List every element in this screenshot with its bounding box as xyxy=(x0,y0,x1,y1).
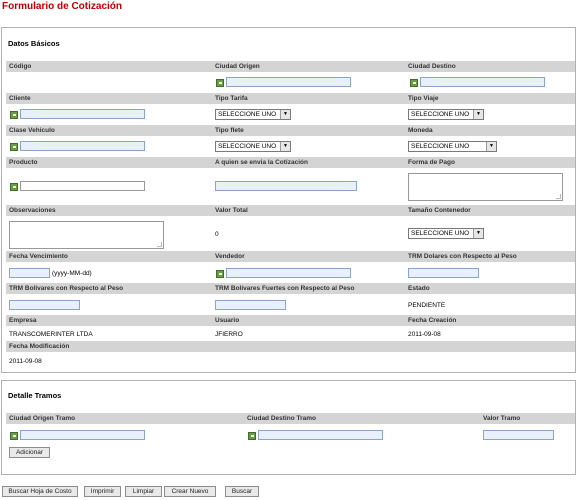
buscar-button[interactable]: Buscar xyxy=(225,486,259,497)
moneda-select[interactable]: SELECCIONE UNO ▼ xyxy=(408,141,497,152)
row-band xyxy=(6,93,575,104)
ciudad-destino-tramo-label: Ciudad Destino Tramo xyxy=(247,415,316,422)
estado-value: PENDIENTE xyxy=(408,302,446,309)
ciudad-origen-tramo-label: Ciudad Origen Tramo xyxy=(9,415,76,422)
page-title: Formulario de Cotización xyxy=(2,1,123,12)
tipo-viaje-label: Tipo Viaje xyxy=(408,95,439,102)
codigo-label: Código xyxy=(9,63,32,70)
valor-tramo-label: Valor Tramo xyxy=(483,415,521,422)
fecha-modificacion-label: Fecha Modificación xyxy=(9,343,70,350)
cliente-label: Cliente xyxy=(9,95,31,102)
lookup-icon[interactable] xyxy=(10,111,18,119)
ciudad-origen-tramo-input[interactable] xyxy=(20,430,145,440)
imprimir-button[interactable]: Imprimir xyxy=(84,486,121,497)
row-band xyxy=(6,315,575,326)
row-band xyxy=(6,205,575,216)
tamano-contenedor-value: SELECCIONE UNO xyxy=(411,230,470,237)
tipo-flete-value: SELECCIONE UNO xyxy=(218,143,277,150)
limpiar-button[interactable]: Limpiar xyxy=(125,486,162,497)
row-band xyxy=(6,341,575,352)
fecha-creacion-label: Fecha Creación xyxy=(408,317,457,324)
adicionar-button[interactable]: Adicionar xyxy=(9,447,50,458)
observaciones-textarea[interactable] xyxy=(9,221,164,249)
tipo-tarifa-select[interactable]: SELECCIONE UNO ▼ xyxy=(215,109,291,120)
valor-total-label: Valor Total xyxy=(215,207,248,214)
vendedor-input[interactable] xyxy=(226,268,351,278)
a-quien-label: A quien se envia la Cotización xyxy=(215,159,308,166)
ciudad-destino-label: Ciudad Destino xyxy=(408,63,456,70)
lookup-icon[interactable] xyxy=(10,432,18,440)
chevron-down-icon[interactable]: ▼ xyxy=(486,142,496,151)
datos-basicos-legend: Datos Básicos xyxy=(8,39,60,48)
row-band xyxy=(6,125,575,136)
forma-pago-textarea[interactable] xyxy=(408,173,563,201)
fecha-modificacion-value: 2011-09-08 xyxy=(9,358,42,365)
fecha-vencimiento-input[interactable] xyxy=(9,268,50,278)
chevron-down-icon[interactable]: ▼ xyxy=(473,110,483,119)
trm-bolivares-label: TRM Bolivares con Respecto al Peso xyxy=(9,285,124,292)
estado-label: Estado xyxy=(408,285,430,292)
producto-label: Producto xyxy=(9,159,38,166)
crear-nuevo-button[interactable]: Crear Nuevo xyxy=(164,486,216,497)
lookup-icon[interactable] xyxy=(410,79,418,87)
chevron-down-icon[interactable]: ▼ xyxy=(473,229,483,238)
tamano-contenedor-select[interactable]: SELECCIONE UNO ▼ xyxy=(408,228,484,239)
row-band xyxy=(6,61,575,72)
producto-input[interactable] xyxy=(20,181,145,191)
tamano-contenedor-label: Tamaño Contenedor xyxy=(408,207,471,214)
chevron-down-icon[interactable]: ▼ xyxy=(280,110,290,119)
vendedor-label: Vendedor xyxy=(215,253,245,260)
fecha-creacion-value: 2011-09-08 xyxy=(408,331,441,338)
usuario-label: Usuario xyxy=(215,317,240,324)
buscar-hoja-costo-button[interactable]: Buscar Hoja de Costo xyxy=(2,486,78,497)
tipo-viaje-select[interactable]: SELECCIONE UNO ▼ xyxy=(408,109,484,120)
fecha-vencimiento-label: Fecha Vencimiento xyxy=(9,253,68,260)
lookup-icon[interactable] xyxy=(10,183,18,191)
ciudad-destino-input[interactable] xyxy=(420,77,545,87)
trm-dolares-input[interactable] xyxy=(408,268,479,278)
trm-bolivares-input[interactable] xyxy=(9,300,80,310)
ciudad-destino-tramo-input[interactable] xyxy=(258,430,383,440)
empresa-value: TRANSCOMERINTER LTDA xyxy=(9,331,93,338)
lookup-icon[interactable] xyxy=(216,270,224,278)
fecha-format-hint: (yyyy-MM-dd) xyxy=(52,270,92,277)
ciudad-origen-input[interactable] xyxy=(226,77,351,87)
forma-pago-label: Forma de Pago xyxy=(408,159,455,166)
tipo-flete-select[interactable]: SELECCIONE UNO ▼ xyxy=(215,141,291,152)
ciudad-origen-label: Ciudad Origen xyxy=(215,63,260,70)
observaciones-label: Observaciones xyxy=(9,207,56,214)
empresa-label: Empresa xyxy=(9,317,37,324)
clase-vehiculo-label: Clase Vehiculo xyxy=(9,127,55,134)
valor-total-value: 0 xyxy=(215,231,219,238)
lookup-icon[interactable] xyxy=(248,432,256,440)
tipo-tarifa-value: SELECCIONE UNO xyxy=(218,111,277,118)
moneda-label: Moneda xyxy=(408,127,433,134)
chevron-down-icon[interactable]: ▼ xyxy=(280,142,290,151)
trm-bolivares-fuertes-label: TRM Bolivares Fuertes con Respecto al Pe… xyxy=(215,285,355,292)
tipo-tarifa-label: Tipo Tarifa xyxy=(215,95,248,102)
detalle-tramos-fieldset xyxy=(1,380,576,475)
tipo-flete-label: Tipo flete xyxy=(215,127,244,134)
trm-bolivares-fuertes-input[interactable] xyxy=(215,300,286,310)
valor-tramo-input[interactable] xyxy=(483,430,554,440)
lookup-icon[interactable] xyxy=(10,143,18,151)
lookup-icon[interactable] xyxy=(216,79,224,87)
tipo-viaje-value: SELECCIONE UNO xyxy=(411,111,470,118)
usuario-value: JFIERRO xyxy=(215,331,243,338)
detalle-tramos-legend: Detalle Tramos xyxy=(8,391,62,400)
trm-dolares-label: TRM Dolares con Respecto al Peso xyxy=(408,253,517,260)
a-quien-input[interactable] xyxy=(215,181,357,191)
moneda-value: SELECCIONE UNO xyxy=(411,143,470,150)
cliente-input[interactable] xyxy=(20,109,145,119)
clase-vehiculo-input[interactable] xyxy=(20,141,145,151)
